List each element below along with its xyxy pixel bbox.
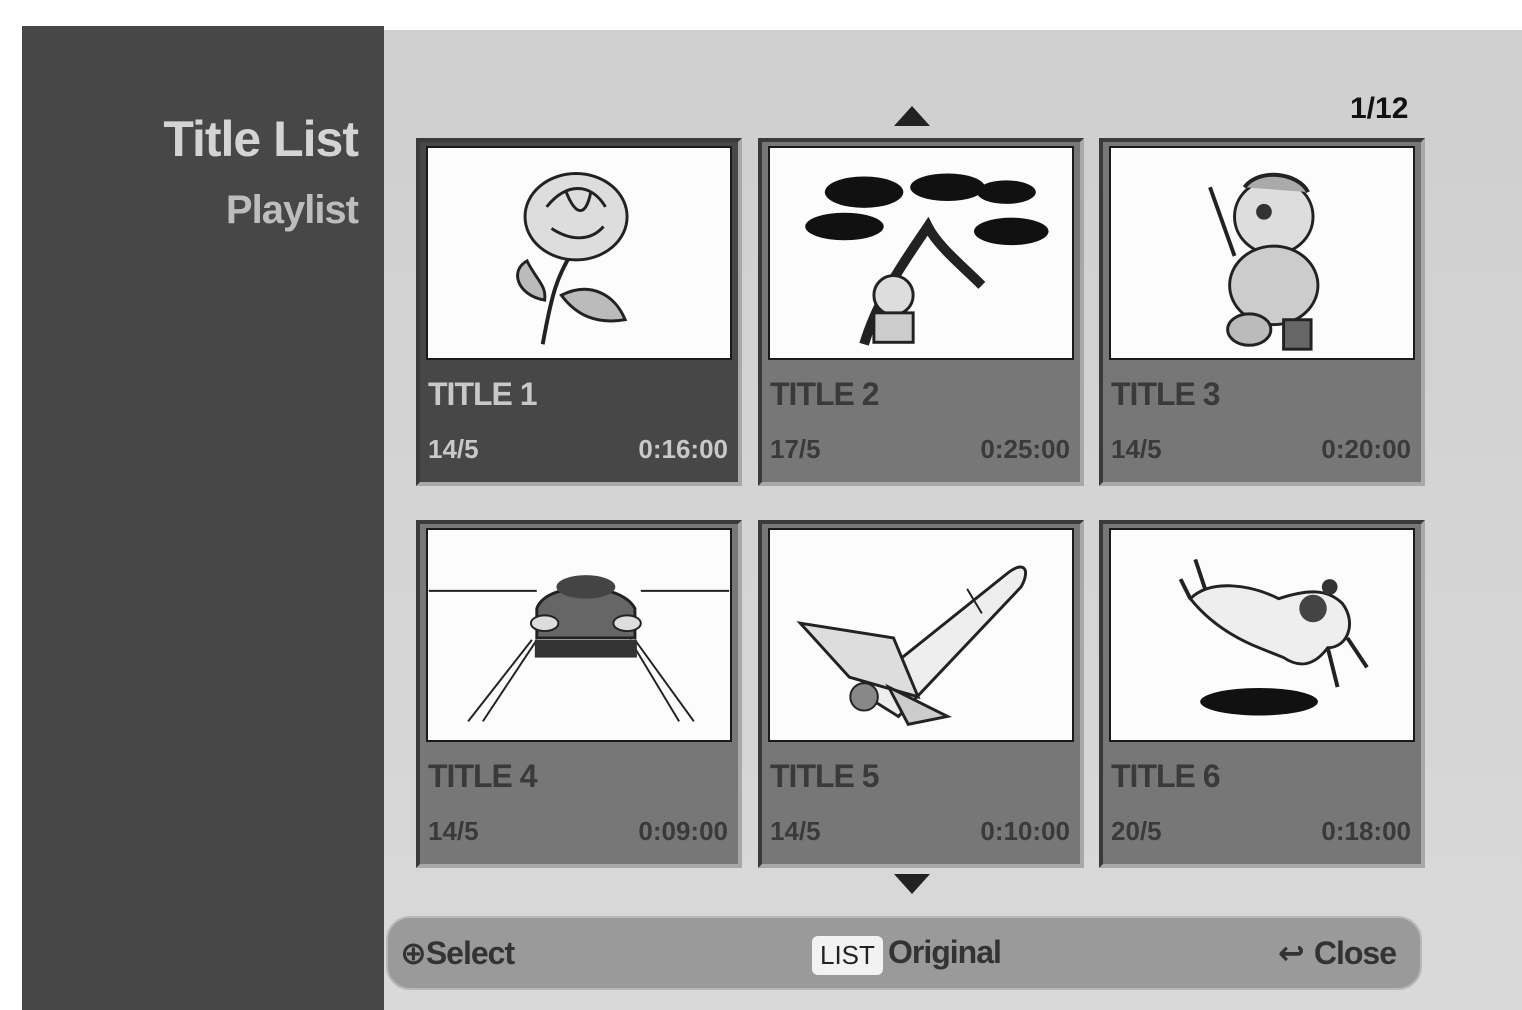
rose-image [516, 172, 629, 345]
scroll-down-arrow-icon[interactable] [894, 874, 930, 894]
title-duration: 0:20:00 [1321, 434, 1411, 464]
bottom-help-bar: ⊕Select LIST Original ↩ Close [386, 916, 1422, 990]
title-tile-6[interactable]: TITLE 6 20/5 0:18:00 [1099, 520, 1425, 868]
thumbnail-space-shuttle [768, 528, 1074, 742]
title-label: TITLE 1 [428, 376, 538, 412]
page-counter: 1/12 [1350, 92, 1409, 125]
title-duration: 0:25:00 [980, 434, 1070, 464]
car-image [428, 575, 730, 722]
tree-image [805, 173, 1049, 346]
title-tile-3[interactable]: TITLE 3 14/5 0:20:00 [1099, 138, 1425, 486]
title-tile-5[interactable]: TITLE 5 14/5 0:10:00 [758, 520, 1084, 868]
title-label: TITLE 2 [770, 376, 880, 412]
sidebar-subtitle[interactable]: Playlist [226, 188, 359, 233]
title-list-panel: 1/12 TITLE 1 14/5 0:16:00 TITLE 2 17/5 0… [384, 30, 1522, 1010]
dog-image [1178, 558, 1369, 716]
list-key-icon[interactable]: LIST [812, 936, 883, 975]
thumbnail-tree [768, 146, 1074, 360]
sidebar: Title List Playlist [22, 26, 384, 1010]
thumbnail-bear [1109, 146, 1415, 360]
title-label: TITLE 4 [428, 758, 538, 794]
select-hint[interactable]: ⊕Select [400, 934, 515, 972]
title-duration: 0:09:00 [638, 816, 728, 846]
enter-button-icon: ⊕ [400, 935, 427, 971]
title-label: TITLE 5 [770, 758, 880, 794]
title-date: 14/5 [428, 816, 479, 846]
title-duration: 0:16:00 [638, 434, 728, 464]
title-tile-1[interactable]: TITLE 1 14/5 0:16:00 [416, 138, 742, 486]
title-tile-2[interactable]: TITLE 2 17/5 0:25:00 [758, 138, 1084, 486]
title-duration: 0:10:00 [980, 816, 1070, 846]
close-label: Close [1313, 935, 1397, 971]
bear-image [1208, 172, 1320, 351]
title-label: TITLE 3 [1111, 376, 1221, 412]
title-label: TITLE 6 [1111, 758, 1221, 794]
sidebar-title: Title List [163, 111, 359, 167]
thumbnail-dog [1109, 528, 1415, 742]
return-icon: ↩ [1278, 935, 1305, 971]
title-date: 20/5 [1111, 816, 1162, 846]
select-label: Select [425, 935, 515, 971]
title-tile-4[interactable]: TITLE 4 14/5 0:09:00 [416, 520, 742, 868]
title-duration: 0:18:00 [1321, 816, 1411, 846]
thumbnail-rose [426, 146, 732, 360]
title-date: 14/5 [428, 434, 479, 464]
scroll-up-arrow-icon[interactable] [894, 106, 930, 126]
space-shuttle-image [796, 565, 1027, 726]
title-date: 14/5 [770, 816, 821, 846]
title-date: 17/5 [770, 434, 821, 464]
original-label: Original [888, 934, 1002, 970]
close-hint[interactable]: ↩ Close [1278, 934, 1397, 972]
thumbnail-car [426, 528, 732, 742]
title-date: 14/5 [1111, 434, 1162, 464]
